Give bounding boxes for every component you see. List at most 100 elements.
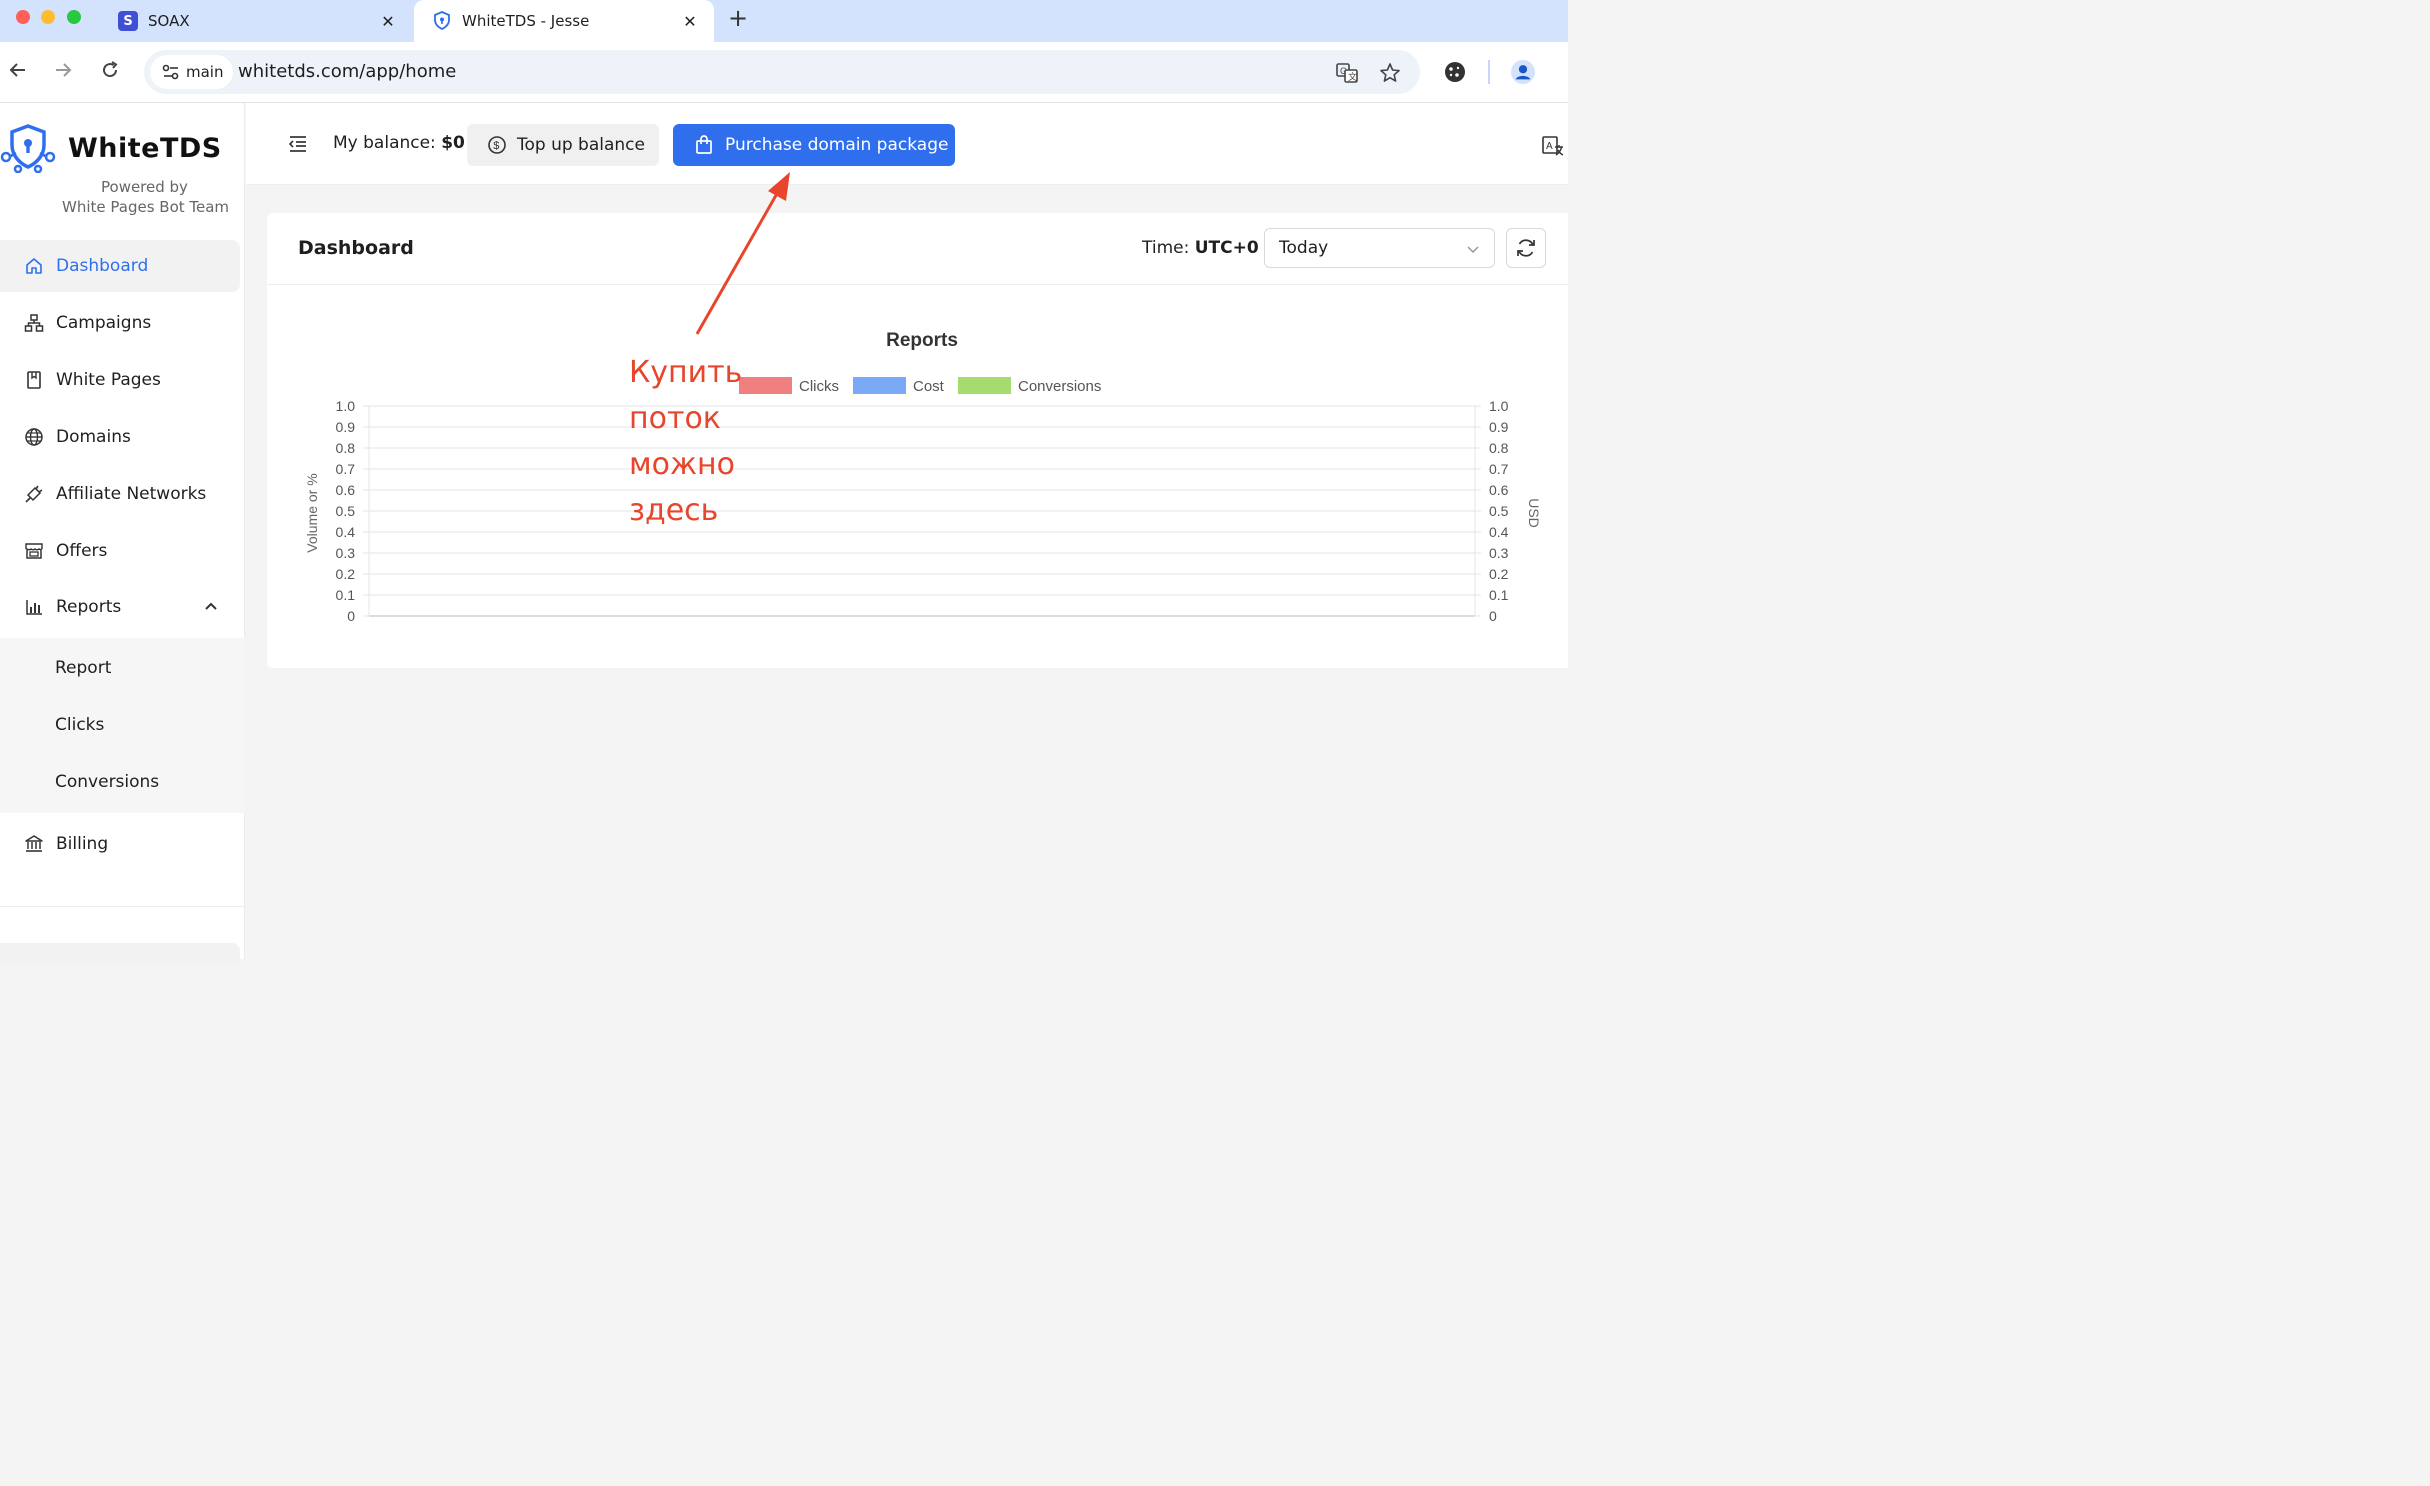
legend-label: Clicks [799, 378, 839, 395]
top-up-label: Top up balance [517, 135, 645, 155]
window-zoom-button[interactable] [67, 10, 81, 24]
link-icon [24, 484, 44, 504]
y-axis-left: 1.0 0.9 0.8 0.7 0.6 0.5 0.4 0.3 0.2 0.1 0 [336, 398, 356, 624]
dashboard-card: Dashboard Time: UTC+0 Today Reports Clic… [267, 213, 1568, 668]
bookmark-star-icon[interactable] [1379, 62, 1401, 84]
chart-title: Reports [886, 330, 958, 351]
y-axis-left-label: Volume or % [304, 473, 320, 552]
y2-tick-label: 0.3 [1489, 545, 1509, 561]
reports-submenu: Report Clicks Conversions [0, 638, 245, 813]
y2-tick-label: 0.2 [1489, 566, 1509, 582]
balance-value: $0 [441, 133, 465, 153]
purchase-domain-package-button[interactable]: Purchase domain package [673, 124, 955, 166]
svg-text:文: 文 [1348, 71, 1357, 82]
bar-chart-icon [24, 597, 44, 617]
sidebar-item-label: Affiliate Networks [56, 484, 207, 504]
window-close-button[interactable] [16, 10, 30, 24]
sidebar-item-label: Campaigns [56, 313, 152, 333]
sidebar-item-label: Dashboard [56, 256, 149, 276]
close-tab-icon[interactable]: ✕ [680, 12, 700, 31]
annotation-text: Купить поток можно здесь [629, 350, 742, 534]
svg-text:A: A [1546, 141, 1553, 152]
y-tick-label: 1.0 [336, 398, 356, 414]
svg-text:$: $ [493, 140, 499, 152]
shopping-bag-icon [696, 135, 712, 154]
page-icon [24, 370, 44, 390]
reload-icon[interactable] [98, 60, 122, 85]
y-tick-label: 0.8 [336, 440, 356, 456]
top-header: My balance: $0 $ Top up balance Purchase… [246, 103, 1568, 185]
powered-by-text: Powered by White Pages Bot Team [62, 178, 230, 216]
whitetds-logo[interactable]: WhiteTDS [0, 121, 245, 181]
sidebar: WhiteTDS Powered by White Pages Bot Team… [0, 103, 245, 963]
y-tick-label: 0 [347, 608, 355, 624]
y2-tick-label: 0.7 [1489, 461, 1509, 477]
y-tick-label: 0.7 [336, 461, 356, 477]
top-up-balance-button[interactable]: $ Top up balance [467, 124, 659, 166]
y2-tick-label: 0 [1489, 608, 1497, 624]
chevron-up-icon[interactable] [204, 598, 218, 618]
close-tab-icon[interactable]: ✕ [378, 12, 398, 31]
sidebar-item-label: Billing [56, 834, 109, 854]
sidebar-item-campaigns[interactable]: Campaigns [0, 297, 240, 349]
bank-icon [24, 834, 44, 854]
address-bar[interactable]: main whitetds.com/app/home G文 [144, 50, 1420, 94]
sidebar-item-domains[interactable]: Domains [0, 411, 240, 463]
y-axis-right: 1.0 0.9 0.8 0.7 0.6 0.5 0.4 0.3 0.2 0.1 0 [1489, 398, 1509, 624]
submenu-item-clicks[interactable]: Clicks [55, 715, 104, 735]
home-icon [24, 256, 44, 276]
sidebar-bottom-panel [0, 943, 240, 963]
sidebar-item-white-pages[interactable]: White Pages [0, 354, 240, 406]
chart-legend: Clicks Cost Conversions [739, 377, 1101, 395]
shield-logo-icon [0, 124, 56, 173]
tab-title: WhiteTDS - Jesse [462, 12, 590, 30]
menu-fold-icon[interactable] [288, 135, 308, 157]
sidebar-item-affiliate-networks[interactable]: Affiliate Networks [0, 468, 240, 520]
sidebar-item-label: Reports [56, 597, 122, 617]
browser-tab-strip: S SOAX ✕ WhiteTDS - Jesse ✕ + [0, 0, 1568, 42]
tab-title: SOAX [148, 12, 190, 30]
purchase-label: Purchase domain package [725, 135, 949, 155]
chart-grid [363, 405, 1481, 617]
balance-display: My balance: $0 [333, 133, 465, 153]
profile-chip-label: main [186, 63, 224, 81]
y2-tick-label: 0.8 [1489, 440, 1509, 456]
y2-tick-label: 1.0 [1489, 398, 1509, 414]
sidebar-divider [0, 906, 245, 907]
sidebar-item-label: Offers [56, 541, 108, 561]
annotation-line: можно [629, 447, 735, 482]
legend-swatch [853, 377, 906, 394]
y2-tick-label: 0.5 [1489, 503, 1509, 519]
sidebar-item-billing[interactable]: Billing [0, 818, 240, 870]
y-tick-label: 0.1 [336, 587, 356, 603]
sidebar-item-dashboard[interactable]: Dashboard [0, 240, 240, 292]
legend-swatch [739, 377, 792, 394]
submenu-item-conversions[interactable]: Conversions [55, 772, 159, 792]
language-switch-icon[interactable]: A [1542, 135, 1564, 161]
sidebar-item-offers[interactable]: Offers [0, 525, 240, 577]
y-axis-right-label: USD [1526, 498, 1542, 528]
legend-label: Cost [913, 378, 945, 395]
browser-tab-whitetds[interactable]: WhiteTDS - Jesse ✕ [414, 0, 714, 42]
y-tick-label: 0.3 [336, 545, 356, 561]
y-tick-label: 0.5 [336, 503, 356, 519]
dollar-circle-icon: $ [488, 136, 506, 154]
tune-icon [162, 64, 179, 80]
y2-tick-label: 0.9 [1489, 419, 1509, 435]
url-text[interactable]: whitetds.com/app/home [238, 61, 456, 82]
browser-toolbar: main whitetds.com/app/home G文 [0, 42, 1568, 103]
cookie-extension-icon[interactable] [1443, 60, 1467, 84]
sitemap-icon [24, 313, 44, 333]
submenu-item-report[interactable]: Report [55, 658, 111, 678]
y-tick-label: 0.9 [336, 419, 356, 435]
translate-icon[interactable]: G文 [1336, 62, 1358, 84]
sidebar-item-label: White Pages [56, 370, 161, 390]
back-arrow-icon[interactable] [6, 60, 30, 85]
sidebar-item-reports[interactable]: Reports [0, 581, 240, 633]
profile-avatar-icon[interactable] [1511, 60, 1535, 84]
new-tab-icon[interactable]: + [728, 4, 748, 32]
annotation-line: Купить [629, 355, 743, 390]
window-minimize-button[interactable] [41, 10, 55, 24]
browser-tab-soax[interactable]: S SOAX ✕ [100, 0, 412, 42]
forward-arrow-icon[interactable] [51, 60, 75, 85]
